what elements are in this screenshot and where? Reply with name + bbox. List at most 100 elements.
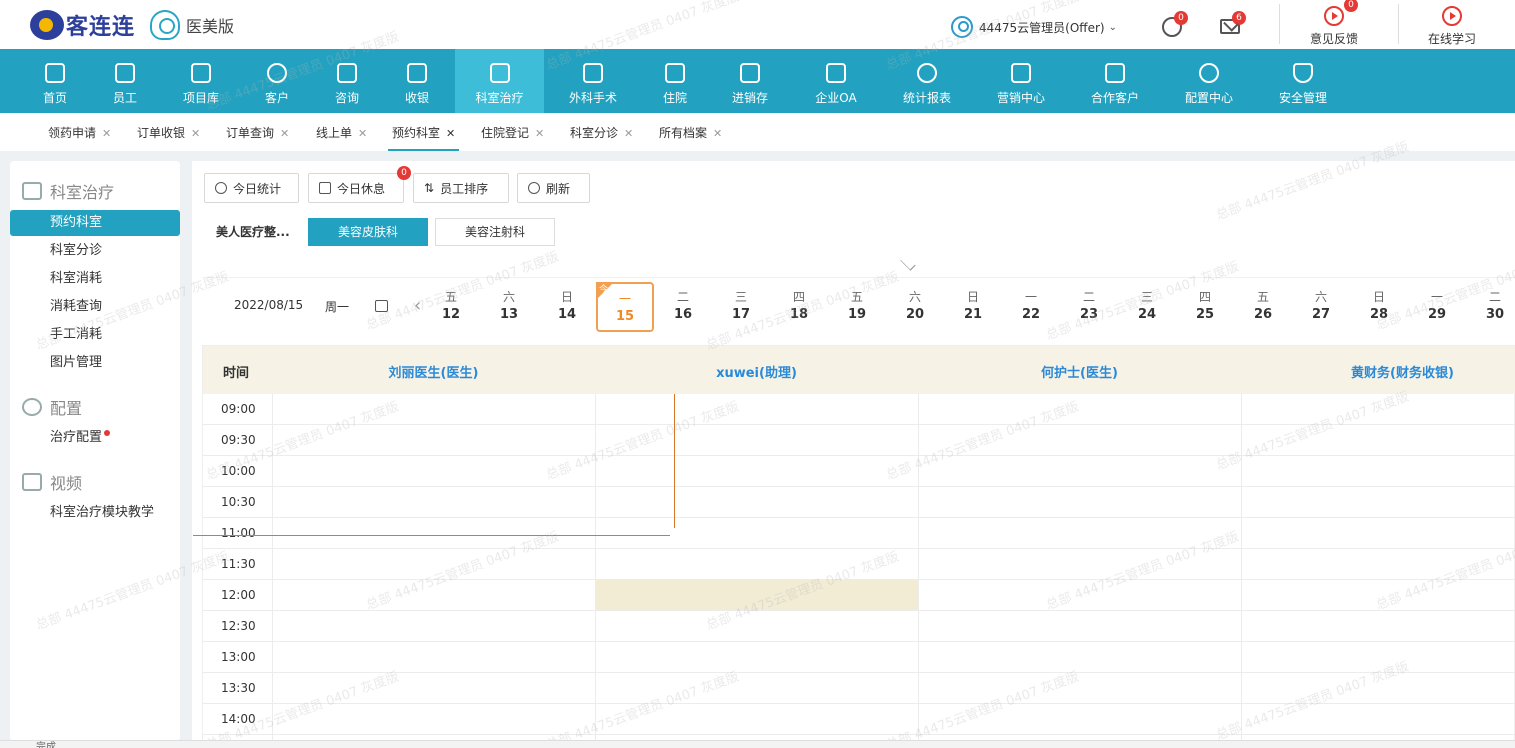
sidebar-item-tutorial[interactable]: 科室治疗模块教学 [10, 500, 180, 526]
day-cell[interactable]: 日 14 [538, 282, 596, 332]
tab-label: 订单收银 [137, 126, 186, 140]
sidebar-item-image-management[interactable]: 图片管理 [10, 350, 180, 376]
nav-consult[interactable]: 咨询 [317, 49, 377, 113]
day-cell[interactable]: 二 23 [1060, 282, 1118, 332]
chevron-left-icon[interactable]: ‹ [414, 295, 421, 316]
nav-surgery[interactable]: 外科手术 [559, 49, 627, 113]
tab-order-cashier[interactable]: 订单收银 ✕ [137, 113, 200, 151]
day-cell[interactable]: 一 22 [1002, 282, 1060, 332]
time-row[interactable]: 10:00 [203, 456, 1515, 487]
nav-enterprise-oa[interactable]: 企业OA [806, 49, 866, 113]
dept-chip-injection[interactable]: 美容注射科 [435, 218, 555, 246]
day-cell[interactable]: 四 25 [1176, 282, 1234, 332]
day-number: 23 [1079, 307, 1099, 322]
close-icon[interactable]: ✕ [713, 127, 722, 140]
close-icon[interactable]: ✕ [191, 127, 200, 140]
staff-header[interactable]: xuwei(助理) [595, 362, 918, 381]
day-cell[interactable]: 日 28 [1350, 282, 1408, 332]
close-icon[interactable]: ✕ [535, 127, 544, 140]
day-weekday: 三 [1140, 290, 1153, 304]
organization-label: 美人医疗整... [216, 225, 290, 239]
day-cell[interactable]: 二 30 [1466, 282, 1515, 332]
nav-label: 收银 [404, 91, 429, 105]
nav-projects[interactable]: 项目库 [171, 49, 231, 113]
staff-header[interactable]: 刘丽医生(医生) [272, 362, 595, 381]
staff-sort-button[interactable]: ⇅ 员工排序 [413, 173, 509, 203]
online-learning-link[interactable]: 在线学习 [1417, 4, 1487, 47]
refresh-button[interactable]: 刷新 [517, 173, 590, 203]
close-icon[interactable]: ✕ [358, 127, 367, 140]
nav-partners[interactable]: 合作客户 [1081, 49, 1149, 113]
chevron-down-icon[interactable] [900, 255, 916, 271]
time-row[interactable]: 13:00 [203, 642, 1515, 673]
tab-booking-department[interactable]: 预约科室 ✕ [388, 113, 460, 151]
notification-dot [104, 430, 111, 436]
mail-icon[interactable]: 6 [1220, 11, 1246, 34]
calendar-icon[interactable] [375, 300, 388, 312]
chat-icon[interactable]: 0 [1162, 11, 1188, 37]
day-cell[interactable]: 日 21 [944, 282, 1002, 332]
close-icon[interactable]: ✕ [624, 127, 633, 140]
nav-inpatient[interactable]: 住院 [645, 49, 705, 113]
tab-medicine-request[interactable]: 领药申请 ✕ [48, 113, 111, 151]
sidebar-item-triage[interactable]: 科室分诊 [10, 238, 180, 264]
nav-config[interactable]: 配置中心 [1175, 49, 1243, 113]
message-icon [337, 63, 357, 83]
day-cell[interactable]: 三 24 [1118, 282, 1176, 332]
day-cell[interactable]: 四 18 [770, 282, 828, 332]
time-row[interactable]: 09:30 [203, 425, 1515, 456]
sidebar-item-treatment-config[interactable]: 治疗配置 [10, 425, 180, 451]
time-row[interactable]: 13:30 [203, 673, 1515, 704]
tab-order-query[interactable]: 订单查询 ✕ [226, 113, 289, 151]
nav-home[interactable]: 首页 [25, 49, 85, 113]
day-cell[interactable]: 五 12 [422, 282, 480, 332]
sidebar-item-booking[interactable]: 预约科室 [10, 210, 180, 236]
nav-customers[interactable]: 客户 [247, 49, 307, 113]
day-cell[interactable]: 二 16 [654, 282, 712, 332]
tab-all-records[interactable]: 所有档案 ✕ [659, 113, 722, 151]
time-row[interactable]: 11:00 [203, 518, 1515, 549]
nav-department-treatment[interactable]: 科室治疗 [455, 49, 544, 113]
day-cell[interactable]: 六 13 [480, 282, 538, 332]
nav-staff[interactable]: 员工 [95, 49, 155, 113]
dept-chip-dermatology[interactable]: 美容皮肤科 [308, 218, 428, 246]
staff-header[interactable]: 黄财务(财务收银) [1241, 362, 1515, 381]
time-row[interactable]: 12:00 [203, 580, 1515, 611]
sidebar-item-consumption[interactable]: 科室消耗 [10, 266, 180, 292]
tabs-bar: 领药申请 ✕ 订单收银 ✕ 订单查询 ✕ 线上单 ✕ 预约科室 ✕ 住院登记 ✕ 科室分诊 ✕… [0, 113, 1515, 151]
day-cell[interactable]: 五 19 [828, 282, 886, 332]
staff-header[interactable]: 何护士(医生) [918, 362, 1241, 381]
time-row[interactable]: 14:00 [203, 704, 1515, 735]
close-icon[interactable]: ✕ [280, 127, 289, 140]
time-row[interactable]: 10:30 [203, 487, 1515, 518]
nav-reports[interactable]: 统计报表 [893, 49, 961, 113]
today-stats-button[interactable]: 今日统计 [204, 173, 299, 203]
close-icon[interactable]: ✕ [102, 127, 111, 140]
day-cell[interactable]: 五 26 [1234, 282, 1292, 332]
day-cell[interactable]: 一 29 [1408, 282, 1466, 332]
nav-inventory[interactable]: 进销存 [720, 49, 780, 113]
day-today[interactable]: 今一 15 [596, 282, 654, 332]
tab-online-order[interactable]: 线上单 ✕ [316, 113, 367, 151]
feedback-link[interactable]: 0 意见反馈 [1299, 0, 1369, 47]
app-logo[interactable]: 客连连 [30, 10, 135, 40]
nav-marketing[interactable]: 营销中心 [987, 49, 1055, 113]
day-cell[interactable]: 六 20 [886, 282, 944, 332]
tab-inpatient-register[interactable]: 住院登记 ✕ [481, 113, 544, 151]
nav-cashier[interactable]: 收银 [387, 49, 447, 113]
box-icon [740, 63, 760, 83]
time-row[interactable]: 12:30 [203, 611, 1515, 642]
time-row[interactable]: 09:00 [203, 394, 1515, 425]
user-menu[interactable]: 44475云管理员(Offer) ⌄ [951, 15, 1117, 39]
nav-security[interactable]: 安全管理 [1269, 49, 1337, 113]
sidebar-item-consumption-query[interactable]: 消耗查询 [10, 294, 180, 320]
today-rest-button[interactable]: 今日休息 0 [308, 166, 411, 203]
nav-label: 营销中心 [996, 91, 1045, 105]
day-cell[interactable]: 三 17 [712, 282, 770, 332]
sidebar-item-manual-consumption[interactable]: 手工消耗 [10, 322, 180, 348]
day-cell[interactable]: 六 27 [1292, 282, 1350, 332]
close-icon[interactable]: ✕ [446, 127, 455, 140]
day-weekday: 五 [850, 290, 863, 304]
tab-department-triage[interactable]: 科室分诊 ✕ [570, 113, 633, 151]
time-row[interactable]: 11:30 [203, 549, 1515, 580]
